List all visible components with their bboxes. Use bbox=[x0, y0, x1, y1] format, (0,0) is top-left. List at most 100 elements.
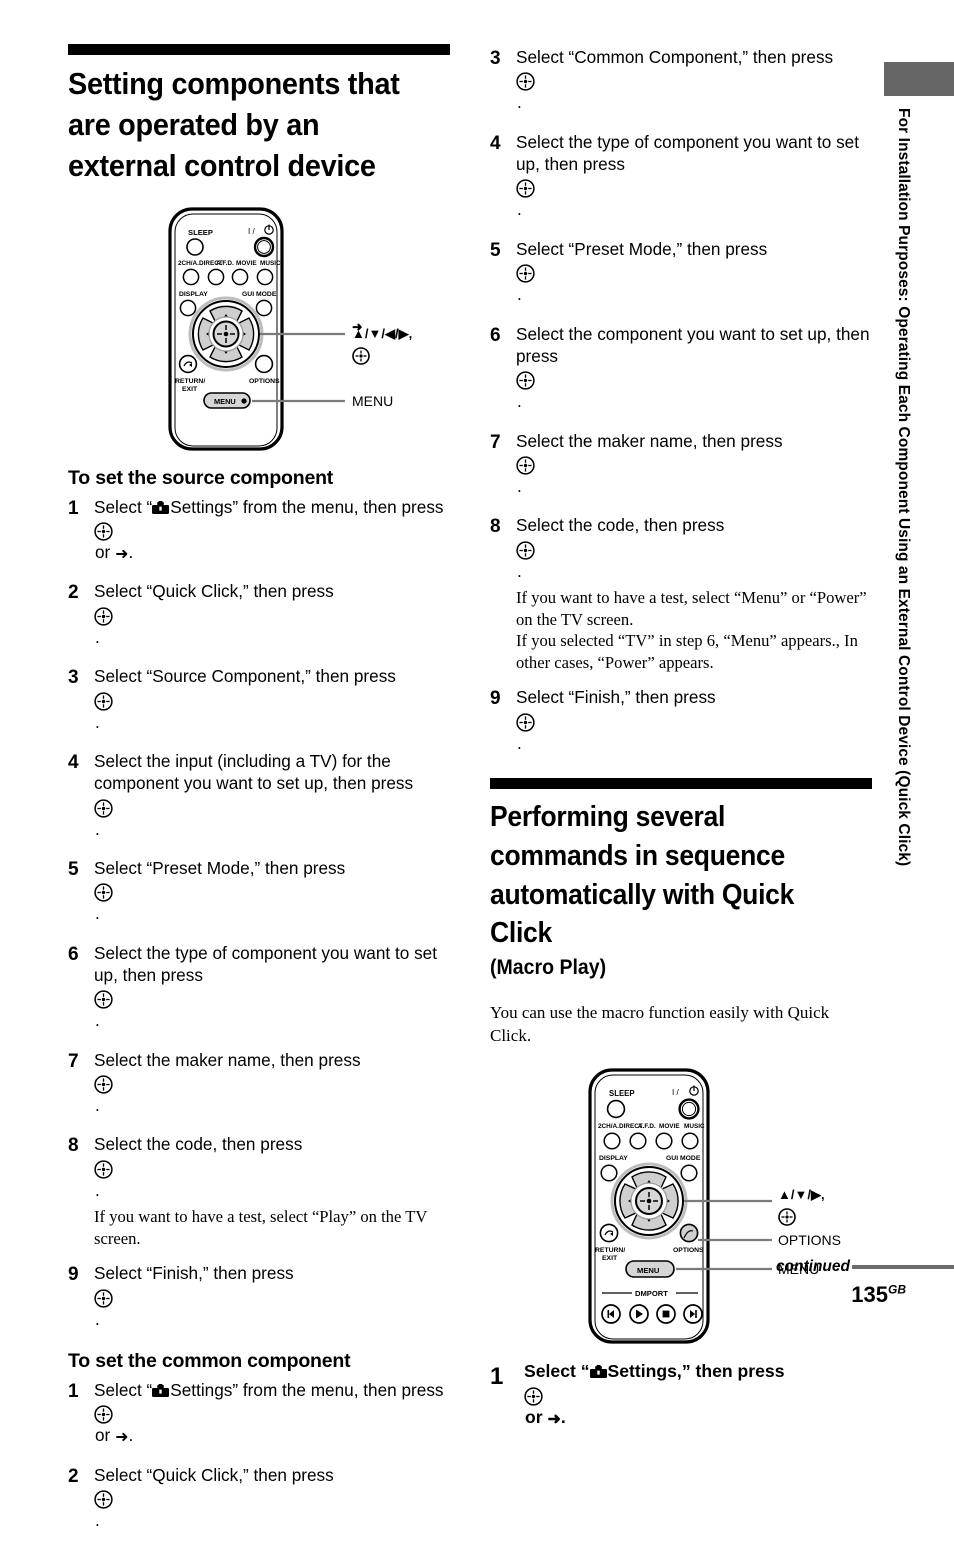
step-text-a: Select the maker name, then press bbox=[516, 430, 783, 451]
step-text-a: Select the code, then press bbox=[94, 1134, 303, 1155]
step-text-pre: Select “ bbox=[94, 1380, 153, 1401]
step-text-a: Select the component you want to set up,… bbox=[516, 323, 870, 366]
heading-rule bbox=[490, 778, 872, 789]
step-item: 3 Select “Common Component,” then press … bbox=[490, 46, 872, 118]
heading-rule bbox=[68, 44, 450, 55]
step-number: 1 bbox=[68, 1381, 79, 1403]
step-text-a: Select “Common Component,” then press bbox=[516, 47, 834, 67]
step-text-b: . bbox=[95, 818, 100, 839]
remote-diagram-1: SLEEP I / 2CH/A.DIRECT A.F.D. MOVIE MUSI… bbox=[160, 201, 450, 451]
step-text: Select “ Settings,” then press or ➜. bbox=[524, 1360, 872, 1433]
svg-text:DISPLAY: DISPLAY bbox=[179, 291, 208, 298]
intro-paragraph: You can use the macro function easily wi… bbox=[490, 1003, 830, 1045]
step-number: 3 bbox=[490, 48, 501, 69]
step-text-b: . bbox=[95, 903, 100, 924]
enter-button-icon bbox=[94, 883, 450, 902]
remote-svg-1: SLEEP I / 2CH/A.DIRECT A.F.D. MOVIE MUSI… bbox=[168, 207, 412, 451]
step-text-b: . bbox=[95, 711, 100, 732]
page-title: Setting components that are operated by … bbox=[68, 66, 400, 183]
svg-text:OPTIONS: OPTIONS bbox=[249, 378, 280, 385]
step-note: If you want to have a test, select “Play… bbox=[94, 1207, 428, 1248]
enter-button-icon bbox=[94, 798, 450, 818]
step-text-pre: Select “ bbox=[94, 496, 153, 517]
step-item: 7 Select the maker name, then press . bbox=[68, 1049, 450, 1121]
svg-text:MUSIC: MUSIC bbox=[684, 1123, 705, 1130]
svg-text:A.F.D.: A.F.D. bbox=[638, 1123, 656, 1130]
step-item: 5 Select “Preset Mode,” then press . bbox=[490, 238, 872, 310]
enter-button-icon bbox=[516, 264, 872, 283]
toolbox-icon bbox=[152, 1381, 170, 1401]
remote-diagram-2: SLEEP I / 2CH/A.DIRECT A.F.D. MOVIE MUSI… bbox=[580, 1062, 872, 1352]
step-text: Select the maker name, then press . bbox=[516, 430, 872, 502]
svg-text:MENU: MENU bbox=[214, 397, 236, 406]
step-text-a: Select “Preset Mode,” then press bbox=[94, 857, 346, 878]
step-text-mid: Settings” from the menu, then press bbox=[170, 496, 444, 517]
step-text-a: Select the code, then press bbox=[516, 515, 725, 536]
step-text: Select the code, then press . If you wan… bbox=[94, 1133, 450, 1249]
svg-text:I /: I / bbox=[672, 1088, 679, 1097]
step-number: 7 bbox=[68, 1050, 79, 1072]
step-text-b: . bbox=[517, 732, 522, 753]
enter-button-icon bbox=[516, 456, 872, 475]
right-arrow-icon: ➜ bbox=[115, 546, 129, 564]
step-text: Select the type of component you want to… bbox=[94, 942, 450, 1036]
step-number: 8 bbox=[490, 516, 501, 538]
step-text-b: . bbox=[517, 199, 522, 220]
svg-text:MUSIC: MUSIC bbox=[260, 260, 281, 267]
svg-text:MOVIE: MOVIE bbox=[659, 1123, 680, 1130]
step-number: 3 bbox=[68, 667, 79, 689]
enter-button-icon bbox=[94, 1160, 450, 1179]
step-item: 1 Select “ Settings,” then press or ➜. bbox=[490, 1360, 872, 1433]
step-number: 2 bbox=[68, 1465, 79, 1487]
enter-button-icon bbox=[516, 72, 872, 92]
steps-source-component: 1 Select “ Settings” from the menu, then … bbox=[68, 496, 450, 1334]
enter-button-icon bbox=[94, 990, 450, 1010]
step-text: Select the type of component you want to… bbox=[516, 131, 872, 225]
enter-button-icon bbox=[94, 1289, 450, 1308]
step-text-end: . bbox=[560, 1406, 566, 1427]
footer-continued: continued bbox=[600, 1258, 954, 1276]
step-text-a: Select the input (including a TV) for th… bbox=[94, 750, 414, 794]
step-text-b: . bbox=[95, 1308, 100, 1329]
svg-text:I /: I / bbox=[248, 227, 255, 236]
svg-text:OPTIONS: OPTIONS bbox=[673, 1247, 704, 1254]
step-text-a: Select “Preset Mode,” then press bbox=[516, 238, 768, 259]
step-text: Select “ Settings” from the menu, then pr… bbox=[94, 1379, 450, 1451]
step-text: Select “Quick Click,” then press . bbox=[94, 1464, 450, 1536]
enter-button-icon bbox=[94, 1405, 450, 1425]
step-text-b: . bbox=[517, 391, 522, 412]
step-text-b: . bbox=[517, 475, 522, 496]
step-text-a: Select “Finish,” then press bbox=[94, 1263, 294, 1284]
step-text: Select the maker name, then press . bbox=[94, 1049, 450, 1121]
remote-svg-2: SLEEP I / 2CH/A.DIRECT A.F.D. MOVIE MUSI… bbox=[588, 1068, 841, 1344]
step-number: 7 bbox=[490, 431, 501, 453]
enter-button-icon bbox=[516, 712, 872, 732]
step-text-a: Select “Finish,” then press bbox=[516, 687, 716, 708]
step-item: 1 Select “ Settings” from the menu, then … bbox=[68, 1379, 450, 1451]
enter-button-icon bbox=[94, 1490, 450, 1509]
svg-text:▲/▼/▶,: ▲/▼/▶, bbox=[778, 1187, 825, 1202]
step-number: 2 bbox=[68, 582, 79, 604]
step-text: Select “Quick Click,” then press . bbox=[94, 580, 450, 652]
svg-text:SLEEP: SLEEP bbox=[609, 1089, 635, 1098]
svg-text:GUI MODE: GUI MODE bbox=[666, 1155, 701, 1162]
running-title-vertical: For Installation Purposes: Operating Eac… bbox=[895, 108, 912, 867]
step-text-post: or bbox=[95, 1425, 116, 1446]
continued-label: continued bbox=[775, 1258, 850, 1275]
step-number: 9 bbox=[68, 1264, 79, 1286]
step-text: Select “Source Component,” then press . bbox=[94, 665, 450, 737]
step-text-post: or bbox=[95, 542, 116, 563]
step-text-a: Select the maker name, then press bbox=[94, 1049, 361, 1070]
step-item: 6 Select the component you want to set u… bbox=[490, 323, 872, 417]
step-text-b: . bbox=[517, 92, 522, 113]
step-item: 9 Select “Finish,” then press . bbox=[490, 686, 872, 758]
right-column: 3 Select “Common Component,” then press … bbox=[490, 44, 872, 1446]
enter-button-icon bbox=[94, 1075, 450, 1094]
step-text-a: Select the type of component you want to… bbox=[94, 942, 438, 986]
step-item: 7 Select the maker name, then press . bbox=[490, 430, 872, 502]
enter-button-icon bbox=[516, 371, 872, 390]
step-text: Select “Finish,” then press . bbox=[516, 686, 872, 758]
step-item: 6 Select the type of component you want … bbox=[68, 942, 450, 1036]
step-text: Select “Finish,” then press . bbox=[94, 1262, 450, 1334]
step-item: 2 Select “Quick Click,” then press . bbox=[68, 580, 450, 652]
